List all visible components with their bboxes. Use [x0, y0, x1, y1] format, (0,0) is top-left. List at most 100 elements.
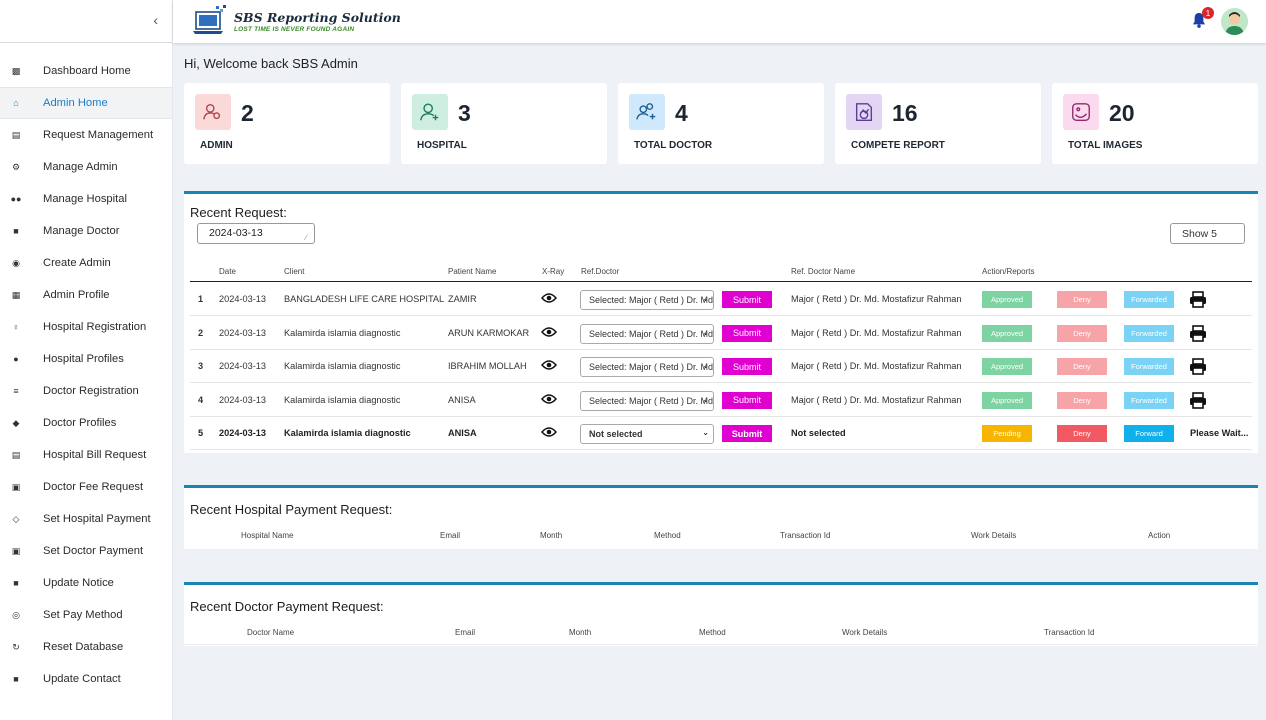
ref-doctor-select[interactable]: Selected: Major ( Retd ) Dr. Md. Mostafi…: [580, 323, 714, 344]
eye-icon[interactable]: [541, 426, 557, 438]
sidebar-item-reset-database[interactable]: ↻ Reset Database: [0, 631, 172, 663]
row-number: 1: [198, 294, 204, 304]
tag-icon: ◇: [12, 513, 20, 524]
deny-button[interactable]: Deny: [1057, 291, 1107, 308]
sidebar-item-hospital-registration[interactable]: ♀ Hospital Registration: [0, 311, 172, 343]
sidebar-item-update-notice[interactable]: ■ Update Notice: [0, 567, 172, 599]
wallet-icon: ▣: [11, 545, 21, 556]
status-badge[interactable]: Approved: [982, 291, 1032, 308]
ref-doctor-select[interactable]: Selected: Major ( Retd ) Dr. Md. Mostafi…: [580, 290, 714, 310]
forward-button[interactable]: Forward: [1124, 425, 1174, 442]
row-patient-name: ANISA: [448, 428, 477, 438]
sidebar-item-request-management[interactable]: ▤ Request Management: [0, 119, 172, 151]
eye-icon[interactable]: [541, 292, 557, 304]
forward-button[interactable]: Forwarded: [1124, 391, 1174, 409]
print-icon[interactable]: [1189, 358, 1207, 375]
shield-icon: ◆: [12, 417, 20, 428]
sidebar-item-manage-hospital[interactable]: ●● Manage Hospital: [0, 183, 172, 215]
forward-button[interactable]: Forwarded: [1124, 291, 1174, 308]
eye-icon[interactable]: [541, 393, 557, 405]
sidebar-item-admin-profile[interactable]: ▦ Admin Profile: [0, 279, 172, 311]
submit-button[interactable]: Submit: [722, 391, 772, 409]
table-row: 1 2024-03-13 BANGLADESH LIFE CARE HOSPITAL…: [190, 283, 1252, 316]
sidebar-item-label: Admin Home: [43, 97, 108, 109]
app-logo[interactable]: SBS Reporting Solution LOST TIME IS NEVE…: [192, 4, 401, 38]
submit-button[interactable]: Submit: [722, 291, 772, 308]
ref-doctor-select[interactable]: Selected: Major ( Retd ) Dr. Md. Mostafi…: [580, 390, 714, 411]
submit-button[interactable]: Submit: [722, 358, 772, 375]
ref-doctor-select[interactable]: Selected: Major ( Retd ) Dr. Md. Mostafi…: [580, 357, 714, 377]
show-count-button[interactable]: Show 5: [1170, 223, 1245, 244]
hospital-payment-table-header: Hospital Name Email Month Method Transac…: [184, 528, 1258, 550]
recent-request-table-header: Date Client Patient Name X-Ray Ref.Docto…: [190, 265, 1252, 282]
deny-button[interactable]: Deny: [1057, 324, 1107, 342]
deny-button[interactable]: Deny: [1057, 391, 1107, 409]
eye-icon[interactable]: [541, 359, 557, 371]
row-client: Kalamirda islamia diagnostic: [284, 327, 401, 338]
col-month: Month: [569, 628, 592, 637]
stat-value: 2: [241, 100, 254, 126]
doctor-payment-title: Recent Doctor Payment Request:: [190, 599, 384, 614]
card-icon: ▤: [11, 449, 21, 460]
stat-card-admin[interactable]: 2 ADMIN: [184, 83, 390, 164]
date-filter-input[interactable]: 2024-03-13 ∕: [197, 223, 315, 244]
sidebar-item-create-admin[interactable]: ◉ Create Admin: [0, 247, 172, 279]
row-patient-name: IBRAHIM MOLLAH: [448, 361, 527, 371]
forward-button[interactable]: Forwarded: [1124, 358, 1174, 375]
sidebar-item-dashboard-home[interactable]: ▩ Dashboard Home: [0, 55, 172, 87]
welcome-text: Hi, Welcome back SBS Admin: [184, 56, 358, 71]
recent-request-title: Recent Request:: [190, 205, 287, 220]
sidebar-item-label: Set Pay Method: [43, 609, 123, 621]
print-icon[interactable]: [1189, 324, 1207, 342]
print-icon[interactable]: [1189, 391, 1207, 409]
eye-icon[interactable]: [541, 326, 557, 338]
status-badge[interactable]: Pending: [982, 425, 1032, 442]
contact-icon: ■: [13, 674, 19, 684]
status-badge[interactable]: Approved: [982, 324, 1032, 342]
sidebar-item-update-contact[interactable]: ■ Update Contact: [0, 663, 172, 695]
submit-button[interactable]: Submit: [722, 425, 772, 442]
stat-card-total-doctor[interactable]: 4 TOTAL DOCTOR: [618, 83, 824, 164]
stat-value: 4: [675, 100, 688, 126]
row-client: Kalamirda islamia diagnostic: [284, 394, 401, 405]
sidebar-item-hospital-bill-request[interactable]: ▤ Hospital Bill Request: [0, 439, 172, 471]
table-row: 4 2024-03-13 Kalamirda islamia diagnostic A…: [190, 384, 1252, 417]
sidebar-item-hospital-profiles[interactable]: ● Hospital Profiles: [0, 343, 172, 375]
print-icon[interactable]: [1189, 291, 1207, 308]
stat-card-compete-report[interactable]: 16 COMPETE REPORT: [835, 83, 1041, 164]
col-hospital-name: Hospital Name: [241, 531, 294, 540]
sidebar-item-admin-home[interactable]: ⌂ Admin Home: [0, 87, 172, 119]
sidebar-item-label: Doctor Registration: [43, 385, 139, 397]
user-avatar[interactable]: [1221, 8, 1248, 35]
date-filter-value: 2024-03-13: [209, 227, 263, 239]
sidebar-item-doctor-fee-request[interactable]: ▣ Doctor Fee Request: [0, 471, 172, 503]
col-ref-doctor-name: Ref. Doctor Name: [791, 267, 856, 276]
row-date: 2024-03-13: [219, 394, 266, 405]
deny-button[interactable]: Deny: [1057, 425, 1107, 442]
chevron-down-icon: ⌄: [702, 327, 709, 337]
sidebar-item-set-pay-method[interactable]: ◎ Set Pay Method: [0, 599, 172, 631]
doctor-payment-table-header: Doctor Name Email Month Method Work Deta…: [184, 625, 1258, 645]
status-badge[interactable]: Approved: [982, 358, 1032, 375]
stat-card-total-images[interactable]: 20 TOTAL IMAGES: [1052, 83, 1258, 164]
submit-button[interactable]: Submit: [722, 324, 772, 342]
col-email: Email: [455, 628, 476, 637]
sidebar-item-label: Doctor Profiles: [43, 417, 117, 429]
stat-card-hospital[interactable]: 3 HOSPITAL: [401, 83, 607, 164]
sidebar-item-manage-admin[interactable]: ⚙ Manage Admin: [0, 151, 172, 183]
message-icon: ■: [13, 578, 19, 588]
sidebar-item-set-hospital-payment[interactable]: ◇ Set Hospital Payment: [0, 503, 172, 535]
forward-button[interactable]: Forwarded: [1124, 324, 1174, 342]
sidebar-item-doctor-profiles[interactable]: ◆ Doctor Profiles: [0, 407, 172, 439]
row-date: 2024-03-13: [219, 327, 266, 338]
row-date: 2024-03-13: [219, 428, 266, 438]
deny-button[interactable]: Deny: [1057, 358, 1107, 375]
sidebar-item-doctor-registration[interactable]: ≡ Doctor Registration: [0, 375, 172, 407]
chevron-left-icon[interactable]: ‹: [153, 12, 158, 28]
sidebar-item-manage-doctor[interactable]: ■ Manage Doctor: [0, 215, 172, 247]
notification-bell-icon[interactable]: 1: [1192, 7, 1214, 30]
status-badge[interactable]: Approved: [982, 391, 1032, 409]
ref-doctor-select[interactable]: Not selected ⌄: [580, 424, 714, 444]
profile-card-icon: ▦: [11, 289, 21, 300]
sidebar-item-set-doctor-payment[interactable]: ▣ Set Doctor Payment: [0, 535, 172, 567]
